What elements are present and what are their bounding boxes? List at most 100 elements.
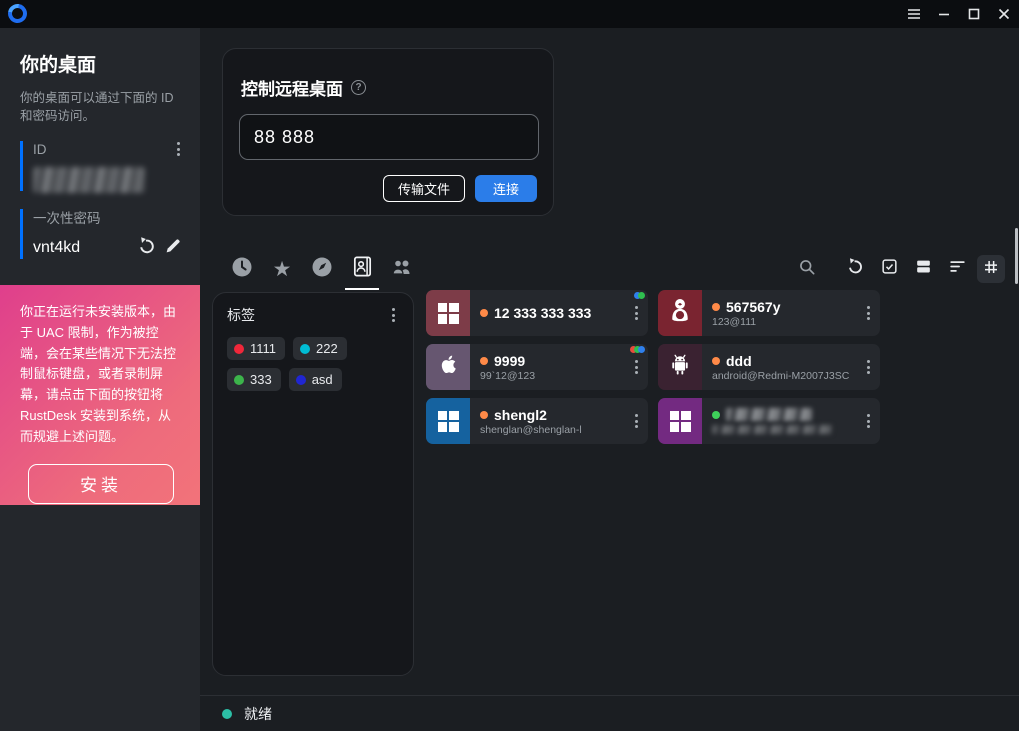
peer-menu-button[interactable] — [861, 303, 876, 323]
checkbox-icon — [880, 257, 899, 281]
peer-logo — [426, 398, 470, 444]
remote-id-input[interactable] — [239, 114, 539, 160]
peer-toolbar — [793, 255, 1005, 283]
sidebar-title: 你的桌面 — [20, 50, 200, 77]
refresh-icon — [846, 257, 865, 281]
peer-menu-button[interactable] — [861, 357, 876, 377]
warning-text: 你正在运行未安装版本，由于 UAC 限制，作为被控端，会在某些情况下无法控制鼠标… — [20, 302, 182, 448]
tag-chip[interactable]: asd — [289, 368, 342, 391]
close-icon — [998, 8, 1010, 20]
connect-card-title: 控制远程桌面 — [241, 75, 343, 100]
uninstalled-warning-banner: 你正在运行未安装版本，由于 UAC 限制，作为被控端，会在某些情况下无法控制鼠标… — [0, 285, 200, 505]
tab-address-book[interactable] — [342, 252, 382, 286]
id-menu-button[interactable] — [171, 139, 186, 159]
peer-logo — [426, 290, 470, 336]
linux-tux-icon — [667, 297, 693, 330]
status-dot — [712, 357, 720, 365]
rustdesk-logo-icon — [4, 0, 30, 26]
tag-chip[interactable]: 222 — [293, 337, 347, 360]
peer-name: ddd — [726, 353, 752, 369]
tags-title: 标签 — [227, 305, 255, 325]
hamburger-icon — [907, 8, 921, 20]
clock-icon — [230, 255, 254, 284]
id-section: ID — [20, 139, 186, 193]
peer-card[interactable]: shengl2 shenglan@shenglan-l — [426, 398, 648, 444]
android-icon — [667, 352, 693, 383]
edit-password-button[interactable] — [160, 235, 186, 261]
connect-button[interactable]: 连接 — [475, 175, 537, 202]
windows-icon — [438, 303, 459, 324]
menu-button[interactable] — [899, 0, 929, 28]
scrollbar-thumb[interactable] — [1015, 228, 1018, 284]
peer-subtitle: android@Redmi-M2007J3SC — [712, 370, 880, 382]
redacted-id-value — [33, 167, 145, 193]
peer-grid: 12 333 333 333 — [426, 290, 880, 444]
minimize-button[interactable] — [929, 0, 959, 28]
tags-menu-button[interactable] — [386, 305, 401, 325]
maximize-icon — [968, 8, 980, 20]
star-icon: ★ — [273, 259, 292, 280]
tag-dot — [300, 344, 310, 354]
refresh-peers-button[interactable] — [841, 255, 869, 283]
help-icon[interactable]: ? — [351, 80, 366, 95]
tag-dot — [234, 344, 244, 354]
peer-card[interactable]: ddd android@Redmi-M2007J3SC — [658, 344, 880, 390]
pencil-icon — [164, 237, 182, 260]
peer-menu-button[interactable] — [629, 303, 644, 323]
password-section: 一次性密码 vnt4kd — [20, 207, 186, 261]
peer-menu-button[interactable] — [629, 357, 644, 377]
tag-chip[interactable]: 1111 — [227, 337, 285, 360]
peer-menu-button[interactable] — [861, 411, 876, 431]
peer-tab-bar: ★ — [222, 248, 1005, 290]
sidebar-description: 你的桌面可以通过下面的 ID 和密码访问。 — [20, 89, 180, 125]
status-dot — [480, 411, 488, 419]
search-button[interactable] — [793, 255, 821, 283]
ready-status-dot — [222, 709, 232, 719]
windows-icon — [438, 411, 459, 432]
title-bar — [0, 0, 1019, 28]
status-dot — [480, 357, 488, 365]
one-time-password-label: 一次性密码 — [33, 207, 101, 227]
cards-icon — [914, 257, 933, 281]
tag-chip[interactable]: 333 — [227, 368, 281, 391]
tab-recent-sessions[interactable] — [222, 252, 262, 286]
redacted-peer-subtitle — [712, 425, 832, 434]
close-button[interactable] — [989, 0, 1019, 28]
peer-logo — [426, 344, 470, 390]
maximize-button[interactable] — [959, 0, 989, 28]
transfer-file-button[interactable]: 传输文件 — [383, 175, 465, 202]
peer-menu-button[interactable] — [629, 411, 644, 431]
tag-label: 333 — [250, 372, 272, 387]
compass-icon — [310, 255, 334, 284]
peer-card[interactable]: 12 333 333 333 — [426, 290, 648, 336]
peer-subtitle: shenglan@shenglan-l — [480, 424, 648, 436]
people-icon — [389, 255, 415, 284]
peer-card[interactable]: 9999 99`12@123 — [426, 344, 648, 390]
peer-card[interactable] — [658, 398, 880, 444]
tag-dot — [296, 375, 306, 385]
sort-button[interactable] — [943, 255, 971, 283]
peer-name: 567567y — [726, 299, 781, 315]
tag-label: 222 — [316, 341, 338, 356]
connection-indicators — [633, 346, 645, 353]
peer-name: shengl2 — [494, 407, 547, 423]
tab-favorites[interactable]: ★ — [262, 252, 302, 286]
address-book-icon — [351, 255, 374, 283]
peer-name: 12 333 333 333 — [494, 305, 591, 321]
peer-subtitle: 99`12@123 — [480, 370, 648, 382]
peer-name: 9999 — [494, 353, 525, 369]
tag-label: asd — [312, 372, 333, 387]
tab-discovered[interactable] — [302, 252, 342, 286]
card-view-button[interactable] — [909, 255, 937, 283]
status-bar: 就绪 — [200, 695, 1019, 731]
install-button[interactable]: 安装 — [28, 464, 174, 504]
status-dot — [480, 309, 488, 317]
tags-panel: 标签 1111 222 333 asd — [212, 292, 414, 676]
tab-group[interactable] — [382, 252, 422, 286]
refresh-password-button[interactable] — [134, 235, 160, 261]
grid-view-button[interactable] — [977, 255, 1005, 283]
search-icon — [797, 257, 817, 282]
peer-card[interactable]: 567567y 123@111 — [658, 290, 880, 336]
peer-logo — [658, 344, 702, 390]
multi-select-button[interactable] — [875, 255, 903, 283]
